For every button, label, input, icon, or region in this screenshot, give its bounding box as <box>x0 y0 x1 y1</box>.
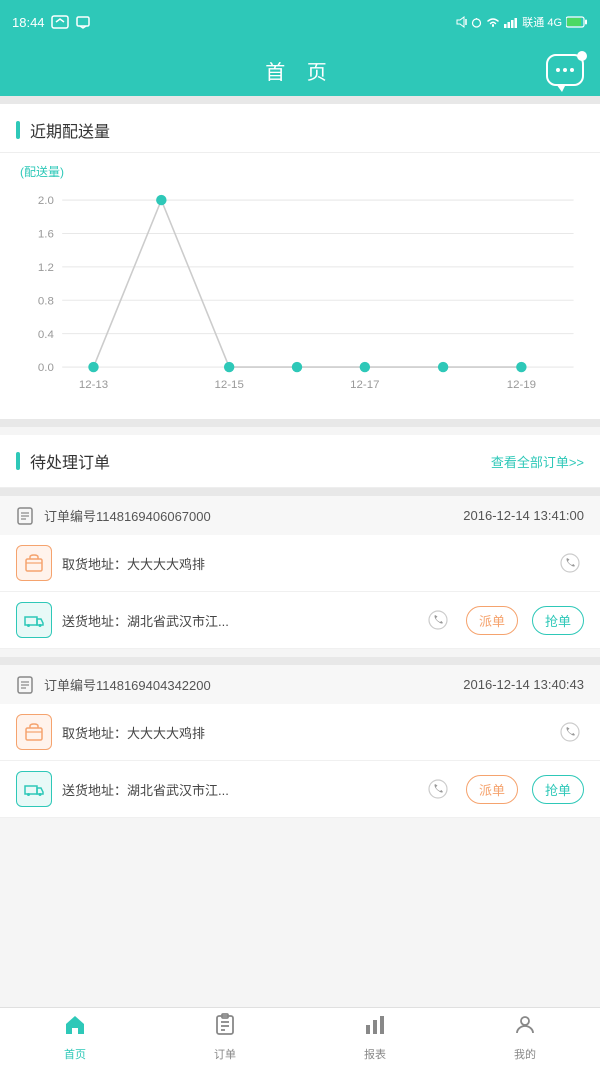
page-title: 首 页 <box>265 56 335 85</box>
order-1-header: 订单编号1148169406067000 2016-12-14 13:41:00 <box>0 496 600 535</box>
chart-section-header: 近期配送量 <box>0 104 600 153</box>
order-2-time: 2016-12-14 13:40:43 <box>463 677 584 692</box>
svg-text:12-15: 12-15 <box>214 379 243 391</box>
svg-text:12-13: 12-13 <box>79 379 108 391</box>
delivery-chart: 2.0 1.6 1.2 0.8 0.4 0.0 12-13 12-15 12-1… <box>10 184 584 404</box>
pickup-icon-1 <box>16 545 52 581</box>
order-card-1: 订单编号1148169406067000 2016-12-14 13:41:00… <box>0 496 600 649</box>
nav-item-profile[interactable]: 我的 <box>450 1008 600 1067</box>
delivery-icon-2 <box>16 771 52 807</box>
order-1-pickup-phone[interactable] <box>556 549 584 577</box>
chat-icon-wrapper[interactable] <box>546 54 584 86</box>
order-1-delivery-phone[interactable] <box>424 606 452 634</box>
nav-item-reports[interactable]: 报表 <box>300 1008 450 1067</box>
chart-section: 近期配送量 (配送量) 2.0 1.6 1.2 0.8 0.4 0.0 12 <box>0 104 600 419</box>
order-1-delivery-text: 送货地址：湖北省武汉市江... <box>62 611 414 630</box>
order-2-header: 订单编号1148169404342200 2016-12-14 13:40:43 <box>0 665 600 704</box>
chart-orders-separator <box>0 419 600 427</box>
chart-container: (配送量) 2.0 1.6 1.2 0.8 0.4 0.0 12-13 12-1… <box>0 153 600 419</box>
mute-icon <box>455 16 467 28</box>
orders-list-separator <box>0 488 600 496</box>
nav-label-home: 首页 <box>64 1046 86 1062</box>
nav-label-orders: 订单 <box>214 1046 236 1062</box>
order-2-delivery-row: 送货地址：湖北省武汉市江... 派单 抢单 <box>0 761 600 818</box>
delivery-icon-1 <box>16 602 52 638</box>
orders-section: 待处理订单 查看全部订单>> <box>0 435 600 488</box>
order-nav-icon <box>213 1013 237 1043</box>
svg-text:12-17: 12-17 <box>350 379 379 391</box>
alarm-icon <box>471 16 482 28</box>
order-1-time: 2016-12-14 13:41:00 <box>463 508 584 523</box>
order-2-pickup-text: 取货地址：大大大大鸡排 <box>62 723 546 742</box>
orders-section-title: 待处理订单 <box>30 449 110 473</box>
status-left: 18:44 <box>12 15 91 30</box>
pickup-icon-2 <box>16 714 52 750</box>
chart-y-label: (配送量) <box>10 163 584 180</box>
order-1-pickup-text: 取货地址：大大大大鸡排 <box>62 554 546 573</box>
svg-text:2.0: 2.0 <box>38 195 54 207</box>
order-2-dispatch-btn[interactable]: 派单 <box>466 775 518 804</box>
chart-nav-icon <box>363 1013 387 1043</box>
chat-dots <box>556 68 574 72</box>
status-time: 18:44 <box>12 15 45 30</box>
status-bar: 18:44 联通 4G <box>0 0 600 44</box>
order-1-id: 订单编号1148169406067000 <box>44 506 453 525</box>
order-1-dispatch-btn[interactable]: 派单 <box>466 606 518 635</box>
phone-icon <box>560 553 580 573</box>
truck-icon <box>23 609 45 631</box>
header-separator <box>0 96 600 104</box>
order-separator-1 <box>0 657 600 665</box>
view-all-link[interactable]: 查看全部订单>> <box>491 452 584 471</box>
status-right: 联通 4G <box>455 14 588 30</box>
order-document-icon-2 <box>16 676 34 694</box>
order-2-delivery-phone[interactable] <box>424 775 452 803</box>
svg-text:1.6: 1.6 <box>38 229 54 241</box>
truck-icon-2 <box>23 778 45 800</box>
phone-icon-3 <box>560 722 580 742</box>
orders-title-wrap: 待处理订单 <box>16 449 110 473</box>
orders-header: 待处理订单 查看全部订单>> <box>0 435 600 488</box>
notification-icon <box>75 15 91 29</box>
signal-icon <box>504 16 518 28</box>
nav-item-orders[interactable]: 订单 <box>150 1008 300 1067</box>
bottom-nav: 首页 订单 报表 <box>0 1007 600 1067</box>
svg-text:12-19: 12-19 <box>507 379 536 391</box>
phone-icon-2 <box>428 610 448 630</box>
order-1-grab-btn[interactable]: 抢单 <box>532 606 584 635</box>
nav-item-home[interactable]: 首页 <box>0 1008 150 1067</box>
section-bar-accent <box>16 121 20 139</box>
order-1-delivery-row: 送货地址：湖北省武汉市江... 派单 抢单 <box>0 592 600 649</box>
main-content: 近期配送量 (配送量) 2.0 1.6 1.2 0.8 0.4 0.0 12 <box>0 104 600 894</box>
order-card-2: 订单编号1148169404342200 2016-12-14 13:40:43… <box>0 665 600 818</box>
battery-icon <box>566 16 588 28</box>
nav-label-profile: 我的 <box>514 1046 536 1062</box>
order-2-delivery-text: 送货地址：湖北省武汉市江... <box>62 780 414 799</box>
chat-notification-dot <box>577 51 587 61</box>
svg-text:0.0: 0.0 <box>38 362 54 374</box>
nav-label-reports: 报表 <box>364 1046 386 1062</box>
orders-section-bar <box>16 452 20 470</box>
svg-text:0.4: 0.4 <box>38 329 55 341</box>
svg-text:0.8: 0.8 <box>38 295 54 307</box>
order-2-pickup-phone[interactable] <box>556 718 584 746</box>
order-2-grab-btn[interactable]: 抢单 <box>532 775 584 804</box>
svg-text:1.2: 1.2 <box>38 262 54 274</box>
box-icon <box>23 552 45 574</box>
carrier-text: 联通 4G <box>522 14 562 30</box>
order-2-pickup-row: 取货地址：大大大大鸡排 <box>0 704 600 761</box>
order-1-pickup-row: 取货地址：大大大大鸡排 <box>0 535 600 592</box>
order-document-icon <box>16 507 34 525</box>
box-icon-2 <box>23 721 45 743</box>
wifi-icon <box>486 16 500 28</box>
chart-section-title: 近期配送量 <box>30 118 110 142</box>
home-icon <box>63 1013 87 1043</box>
order-2-id: 订单编号1148169404342200 <box>44 675 453 694</box>
app-header: 首 页 <box>0 44 600 96</box>
phone-icon-4 <box>428 779 448 799</box>
user-nav-icon <box>513 1013 537 1043</box>
app-icon <box>51 15 69 29</box>
chat-bubble-icon <box>546 54 584 86</box>
